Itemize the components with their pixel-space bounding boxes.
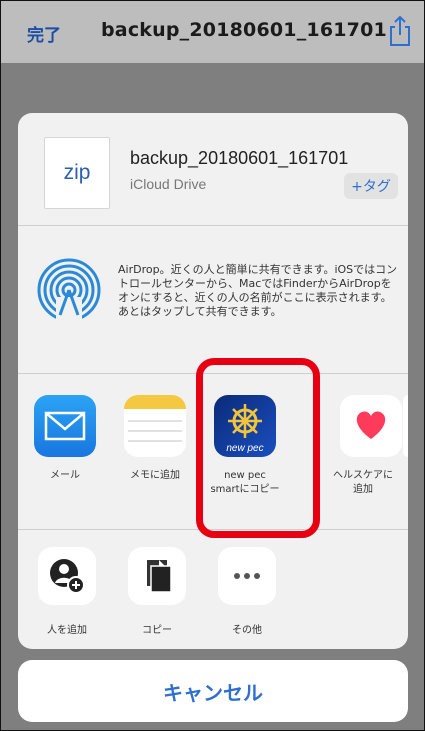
cancel-button[interactable]: キャンセル [18, 660, 408, 722]
file-name: backup_20180601_161701 [130, 148, 349, 168]
app-label: ヘルスケアに 追加 [328, 469, 398, 497]
add-people-icon [38, 547, 96, 605]
notes-app[interactable]: メモに追加 [118, 395, 192, 483]
airdrop-description: AirDrop。近くの人と簡単に共有できます。iOSではコントロールセンターから… [118, 263, 398, 318]
add-people-action[interactable]: 人を追加 [32, 547, 102, 636]
copy-icon [128, 547, 186, 605]
more-icon [218, 547, 276, 605]
share-icon[interactable] [387, 15, 413, 47]
app-label-line-1: ヘルスケアに [333, 470, 393, 481]
done-button[interactable]: 完了 [27, 21, 61, 46]
nav-title: backup_20180601_161701 [101, 19, 387, 41]
action-label: コピー [142, 625, 172, 636]
app-label: メモに追加 [130, 470, 180, 481]
airdrop-icon[interactable] [36, 257, 102, 323]
mail-icon [34, 395, 96, 457]
more-action[interactable]: その他 [212, 547, 282, 636]
zip-label: zip [63, 161, 91, 184]
highlight-annotation [196, 358, 320, 538]
action-row: 人を追加 コピー その他 [18, 529, 408, 649]
navigation-bar: 完了 backup_20180601_161701 [1, 1, 424, 64]
notes-icon [124, 395, 186, 457]
screen: 完了 backup_20180601_161701 zip backup_201… [0, 0, 425, 731]
zip-file-icon: zip [44, 137, 110, 209]
file-header: zip backup_20180601_161701 iCloud Drive … [18, 113, 408, 225]
action-label: 人を追加 [47, 625, 87, 636]
partial-app-tile [403, 395, 408, 457]
file-location: iCloud Drive [130, 176, 207, 192]
add-tag-button[interactable]: +タグ [344, 173, 398, 199]
app-label: メール [50, 470, 80, 481]
app-label-line-2: 追加 [353, 484, 373, 495]
copy-action[interactable]: コピー [122, 547, 192, 636]
action-label: その他 [232, 625, 262, 636]
airdrop-section: AirDrop。近くの人と簡単に共有できます。iOSではコントロールセンターから… [18, 225, 408, 373]
heart-icon [340, 395, 402, 457]
mail-app[interactable]: メール [28, 395, 102, 483]
